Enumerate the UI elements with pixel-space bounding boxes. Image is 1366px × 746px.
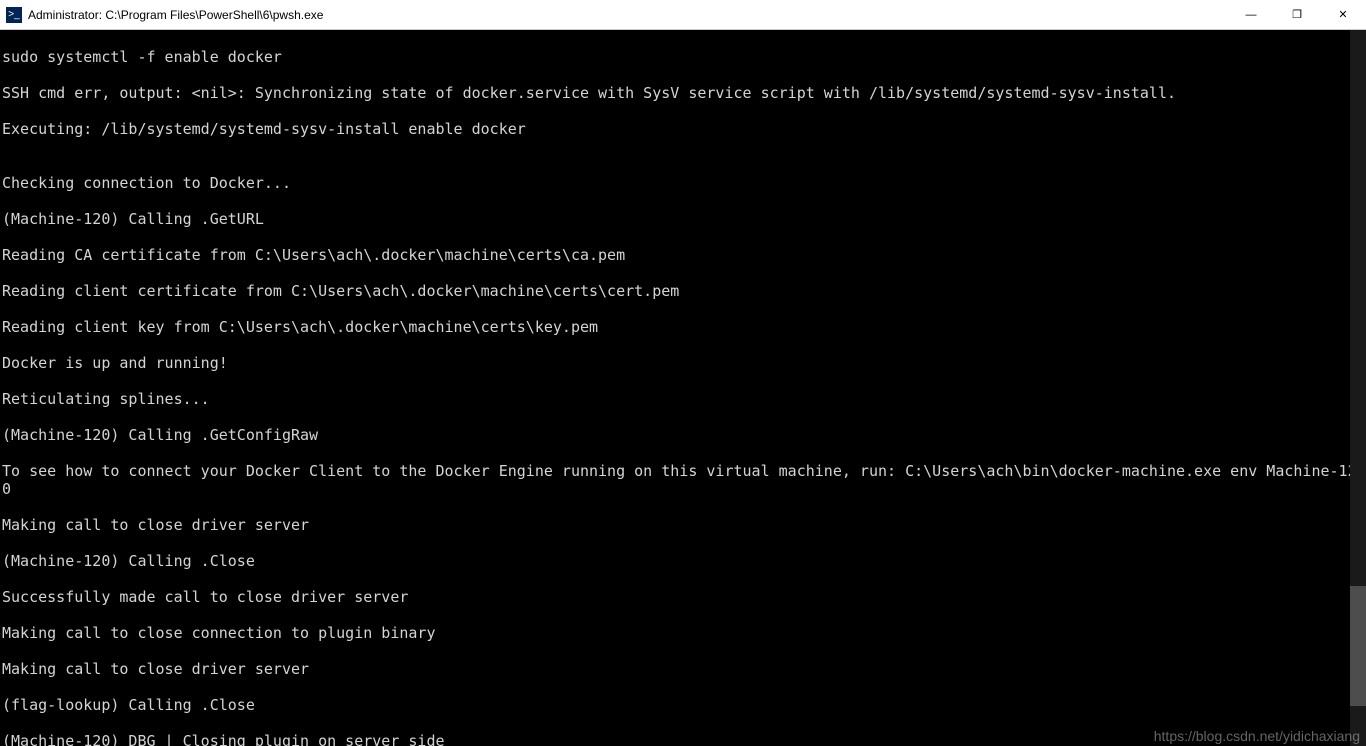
terminal-line: (Machine-120) Calling .Close	[2, 552, 1364, 570]
watermark-text: https://blog.csdn.net/yidichaxiang	[1154, 728, 1360, 744]
window-title: Administrator: C:\Program Files\PowerShe…	[28, 8, 323, 22]
terminal-line: sudo systemctl -f enable docker	[2, 48, 1364, 66]
close-button[interactable]: ✕	[1320, 0, 1366, 29]
terminal-line: Checking connection to Docker...	[2, 174, 1364, 192]
terminal-line: (Machine-120) Calling .GetURL	[2, 210, 1364, 228]
window-titlebar: >_ Administrator: C:\Program Files\Power…	[0, 0, 1366, 30]
powershell-icon: >_	[6, 7, 22, 23]
terminal-line: Executing: /lib/systemd/systemd-sysv-ins…	[2, 120, 1364, 138]
minimize-button[interactable]: ―	[1228, 0, 1274, 29]
terminal-line: Making call to close driver server	[2, 660, 1364, 678]
terminal-line: To see how to connect your Docker Client…	[2, 462, 1364, 498]
terminal-line: Reading CA certificate from C:\Users\ach…	[2, 246, 1364, 264]
terminal-line: SSH cmd err, output: <nil>: Synchronizin…	[2, 84, 1364, 102]
titlebar-left: >_ Administrator: C:\Program Files\Power…	[0, 7, 323, 23]
terminal-line: Making call to close connection to plugi…	[2, 624, 1364, 642]
terminal-line: Reading client key from C:\Users\ach\.do…	[2, 318, 1364, 336]
vertical-scrollbar[interactable]	[1350, 30, 1366, 746]
terminal-line: Making call to close driver server	[2, 516, 1364, 534]
terminal-line: (flag-lookup) Calling .Close	[2, 696, 1364, 714]
terminal-line: Successfully made call to close driver s…	[2, 588, 1364, 606]
terminal-line: Docker is up and running!	[2, 354, 1364, 372]
scrollbar-thumb[interactable]	[1350, 586, 1366, 706]
titlebar-controls: ― ❐ ✕	[1228, 0, 1366, 29]
terminal-viewport[interactable]: sudo systemctl -f enable docker SSH cmd …	[0, 30, 1366, 746]
terminal-line: Reticulating splines...	[2, 390, 1364, 408]
maximize-button[interactable]: ❐	[1274, 0, 1320, 29]
terminal-line: Reading client certificate from C:\Users…	[2, 282, 1364, 300]
terminal-line: (Machine-120) Calling .GetConfigRaw	[2, 426, 1364, 444]
